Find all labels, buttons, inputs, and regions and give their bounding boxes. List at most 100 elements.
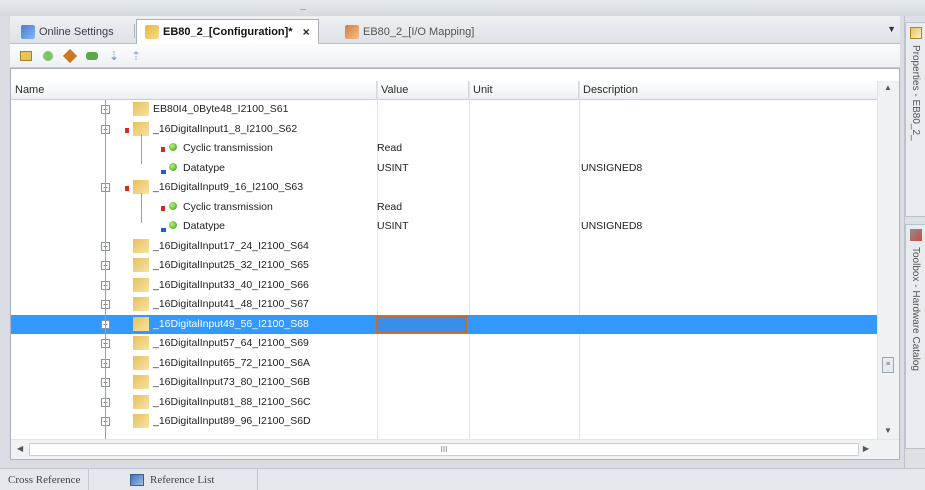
row-value[interactable]: USINT [377, 220, 409, 232]
row-value[interactable]: Read [377, 142, 402, 154]
tree-connector [141, 193, 142, 223]
module-icon [133, 355, 149, 370]
move-icon[interactable] [62, 48, 78, 64]
vertical-scrollbar[interactable]: ▲ ≡ ▼ [877, 81, 899, 439]
module-icon [133, 375, 149, 389]
tab-configuration[interactable]: EB80_2_[Configuration]* × [136, 19, 319, 44]
splitter-grip[interactable] [300, 6, 306, 10]
table-row[interactable]: + EB80I4_0Byte48_I2100_S61 [11, 100, 877, 120]
table-row[interactable]: + _16DigitalInput57_64_I2100_S69 [11, 334, 877, 354]
scroll-up-icon[interactable]: ▲ [884, 83, 892, 92]
column-header-unit[interactable]: Unit [469, 81, 579, 100]
column-header-value[interactable]: Value [377, 81, 469, 100]
output-marker-icon [161, 147, 165, 152]
module-icon [133, 238, 149, 253]
row-name: EB80I4_0Byte48_I2100_S61 [153, 103, 289, 115]
row-name: Cyclic transmission [183, 142, 273, 154]
output-marker-icon [161, 205, 165, 211]
close-icon[interactable]: × [303, 25, 310, 39]
table-row[interactable]: + _16DigitalInput25_32_I2100_S65 [11, 256, 877, 276]
parameter-icon [169, 162, 177, 171]
row-name: Cyclic transmission [183, 200, 273, 213]
column-header-name[interactable]: Name [11, 81, 377, 100]
table-row[interactable]: + _16DigitalInput65_72_I2100_S6A [11, 354, 877, 374]
vertical-scroll-thumb[interactable]: ≡ [882, 357, 894, 373]
scroll-right-icon[interactable]: ▶ [863, 444, 869, 453]
value-edit-box[interactable] [376, 315, 467, 333]
datatype-marker-icon [161, 228, 166, 232]
scroll-left-icon[interactable]: ◀ [17, 444, 23, 453]
horizontal-scrollbar[interactable]: ◀ III ▶ [11, 439, 899, 459]
tab-label: EB80_2_[I/O Mapping] [363, 26, 475, 38]
side-tab-label: Properties - EB80_2_ [910, 45, 921, 141]
tab-cross-reference[interactable]: Cross Reference [0, 469, 90, 490]
module-icon [133, 414, 149, 428]
row-description: UNSIGNED8 [581, 220, 643, 232]
tree-connector [141, 134, 142, 164]
io-mapping-icon [345, 25, 359, 39]
module-icon [133, 258, 149, 272]
grid-header: Name Value Unit Description [11, 81, 877, 100]
tab-label: Reference List [150, 474, 215, 486]
row-name: Datatype [183, 161, 226, 174]
tab-online-settings[interactable]: Online Settings [12, 19, 123, 44]
row-name: _16DigitalInput1_8_I2100_S62 [153, 122, 298, 135]
module-icon [133, 336, 149, 350]
sort-up-icon[interactable]: ⇡ [128, 48, 144, 64]
row-name: _16DigitalInput65_72_I2100_S6A [153, 356, 311, 369]
module-icon [133, 316, 149, 331]
table-row-selected[interactable]: + _16DigitalInput49_56_I2100_S68 [11, 314, 877, 334]
table-row[interactable]: + _16DigitalInput89_96_I2100_S6D [11, 412, 877, 432]
connect-icon[interactable] [84, 48, 100, 64]
side-tab-properties[interactable]: Properties - EB80_2_ [905, 22, 925, 217]
right-side-panel: Properties - EB80_2_ Toolbox - Hardware … [904, 16, 925, 468]
table-row[interactable]: + _16DigitalInput33_40_I2100_S66 [11, 276, 877, 296]
properties-icon [909, 27, 922, 39]
row-value[interactable]: Read [377, 201, 402, 213]
reference-list-icon [130, 474, 144, 486]
row-name: _16DigitalInput41_48_I2100_S67 [153, 298, 309, 310]
grid-rows: + EB80I4_0Byte48_I2100_S61 − _16DigitalI… [11, 100, 877, 439]
error-marker-icon [125, 186, 129, 191]
row-value[interactable]: USINT [377, 162, 409, 174]
add-device-icon[interactable] [18, 48, 34, 64]
bottom-tabbar: Cross Reference Reference List [0, 468, 925, 490]
tab-separator [134, 24, 135, 38]
row-name: _16DigitalInput49_56_I2100_S68 [153, 317, 309, 330]
row-name: _16DigitalInput17_24_I2100_S64 [153, 239, 309, 252]
tab-label: EB80_2_[Configuration]* [163, 26, 293, 38]
horizontal-scroll-thumb[interactable]: III [29, 443, 859, 456]
scroll-down-icon[interactable]: ▼ [884, 426, 892, 435]
datatype-marker-icon [161, 169, 166, 174]
table-row[interactable]: + _16DigitalInput81_88_I2100_S6C [11, 393, 877, 413]
tree-connector [105, 100, 106, 439]
module-icon [133, 394, 149, 409]
insert-icon[interactable] [40, 48, 56, 64]
tab-reference-list[interactable]: Reference List [122, 469, 258, 490]
tab-list-dropdown-icon[interactable]: ▼ [887, 24, 896, 34]
row-name: _16DigitalInput9_16_I2100_S63 [153, 181, 304, 193]
sort-down-icon[interactable]: ⇣ [106, 48, 122, 64]
parameter-icon [169, 221, 177, 229]
module-icon [133, 297, 149, 311]
row-description: UNSIGNED8 [581, 161, 643, 174]
tab-io-mapping[interactable]: EB80_2_[I/O Mapping] [336, 19, 483, 44]
row-name: _16DigitalInput89_96_I2100_S6D [153, 415, 311, 427]
parameter-icon [169, 143, 177, 151]
configuration-icon [145, 25, 159, 39]
configuration-grid: Name Value Unit Description + EB80I4_0By… [10, 68, 900, 460]
online-settings-icon [21, 25, 35, 39]
row-name: _16DigitalInput25_32_I2100_S65 [153, 259, 309, 271]
table-row[interactable]: + _16DigitalInput17_24_I2100_S64 [11, 237, 877, 257]
table-row[interactable]: + _16DigitalInput41_48_I2100_S67 [11, 295, 877, 315]
row-name: _16DigitalInput81_88_I2100_S6C [153, 395, 311, 408]
column-header-description[interactable]: Description [579, 81, 877, 100]
toolbox-icon [909, 229, 922, 241]
document-tabbar: Online Settings EB80_2_[Configuration]* … [10, 16, 900, 44]
toolbar: ⇣ ⇡ [10, 44, 900, 68]
side-tab-toolbox[interactable]: Toolbox - Hardware Catalog [905, 224, 925, 449]
table-row[interactable]: + _16DigitalInput73_80_I2100_S6B [11, 373, 877, 393]
side-tab-label: Toolbox - Hardware Catalog [910, 247, 921, 371]
tab-label: Online Settings [39, 26, 114, 38]
module-icon [133, 277, 149, 292]
